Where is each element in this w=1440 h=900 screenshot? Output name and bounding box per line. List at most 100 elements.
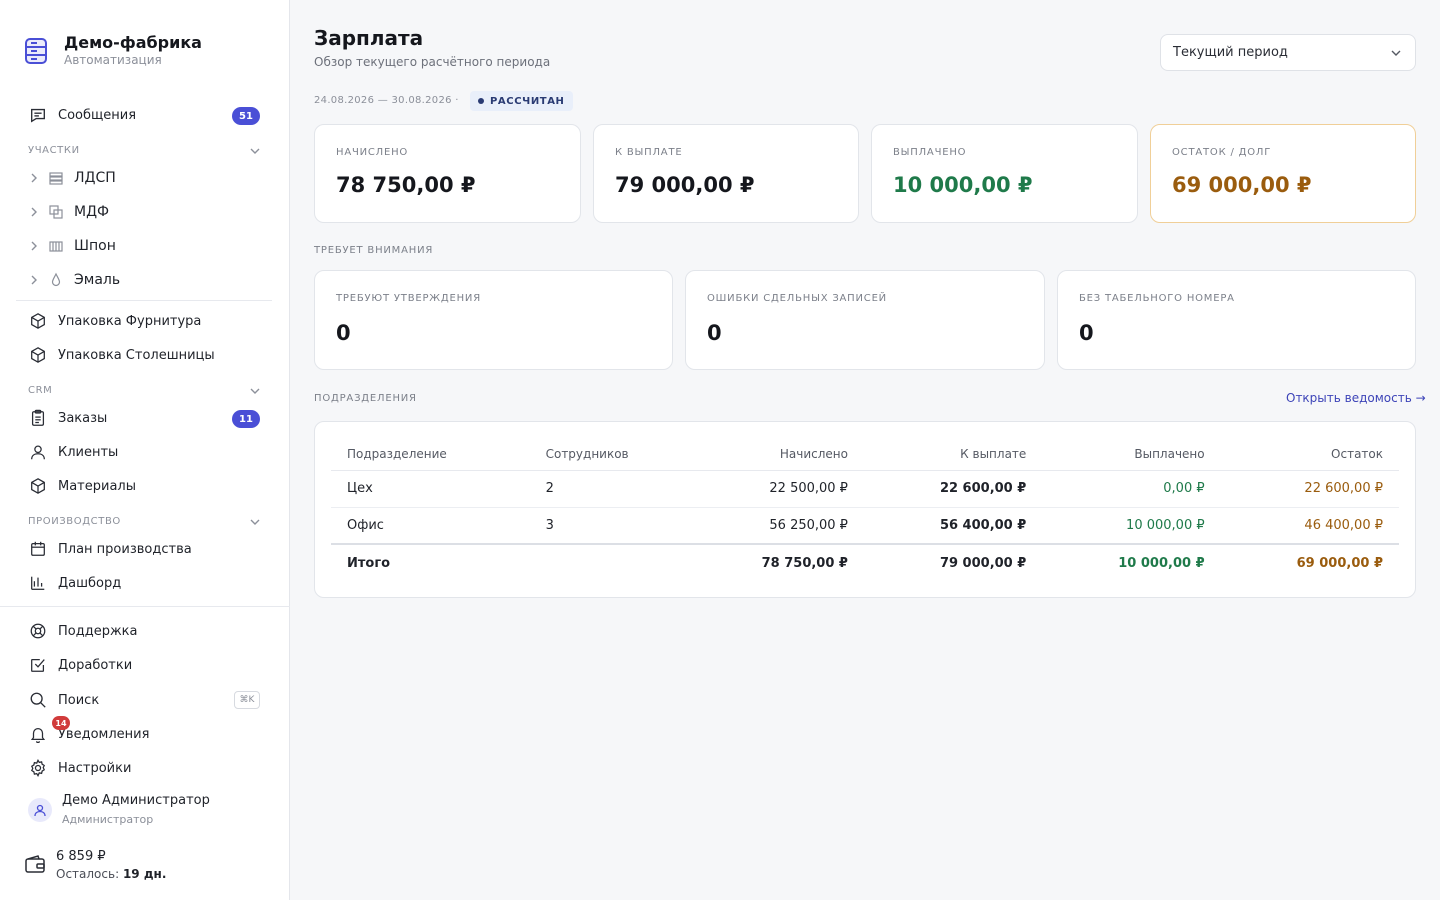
wallet-remaining-label: Осталось: <box>56 867 120 881</box>
sidebar-item-settings[interactable]: Настройки <box>16 753 272 783</box>
brand[interactable]: Демо-фабрика Автоматизация <box>24 34 202 67</box>
cell-employees: 2 <box>529 470 672 508</box>
wallet-balance[interactable]: 6 859 ₽ Осталось: 19 дн. <box>24 848 166 882</box>
chevron-down-icon[interactable] <box>248 515 262 529</box>
messages-count-badge: 51 <box>232 107 260 125</box>
sidebar-item-materials[interactable]: Материалы <box>16 471 272 501</box>
sidebar-item-clients[interactable]: Клиенты <box>16 437 272 467</box>
card-label: К ВЫПЛАТЕ <box>615 147 683 158</box>
cell-paid: 10 000,00 ₽ <box>1042 507 1221 545</box>
card-value: 79 000,00 ₽ <box>615 173 755 197</box>
chevron-right-icon[interactable] <box>28 172 40 184</box>
sidebar-item-support[interactable]: Поддержка <box>16 616 272 646</box>
user-profile[interactable]: Демо Администратор Администратор <box>28 792 210 828</box>
sidebar-item-messages[interactable]: Сообщения 51 <box>16 100 272 130</box>
period-select-value: Текущий период <box>1173 45 1288 60</box>
cell-paid: 0,00 ₽ <box>1042 470 1221 508</box>
box-icon <box>28 345 48 365</box>
column-header[interactable]: Начислено <box>671 438 864 471</box>
cell-employees <box>529 543 672 581</box>
cell-accrued: 78 750,00 ₽ <box>671 543 864 581</box>
table-row[interactable]: Офис 3 56 250,00 ₽ 56 400,00 ₽ 10 000,00… <box>331 507 1399 545</box>
sidebar-item-label: Уведомления <box>58 726 150 742</box>
section-label-crm: CRM <box>28 385 53 396</box>
card-value: 78 750,00 ₽ <box>336 173 476 197</box>
drop-icon <box>51 272 61 287</box>
cell-paid: 10 000,00 ₽ <box>1042 543 1221 581</box>
sidebar-item-mdf[interactable]: МДФ <box>16 197 272 227</box>
chevron-down-icon[interactable] <box>248 384 262 398</box>
sidebar-item-enamel[interactable]: Эмаль <box>16 265 272 295</box>
sidebar-item-improvements[interactable]: Доработки <box>16 650 272 680</box>
user-avatar-icon <box>34 804 46 817</box>
message-icon <box>28 105 48 125</box>
card-label: ОСТАТОК / ДОЛГ <box>1172 147 1272 158</box>
sidebar-item-packaging-countertops[interactable]: Упаковка Столешницы <box>16 340 272 370</box>
chevron-down-icon[interactable] <box>248 144 262 158</box>
sidebar-item-ldsp[interactable]: ЛДСП <box>16 163 272 193</box>
card-label: БЕЗ ТАБЕЛЬНОГО НОМЕРА <box>1079 293 1235 304</box>
departments-table: Подразделение Сотрудников Начислено К вы… <box>331 438 1399 581</box>
chevron-right-icon[interactable] <box>28 206 40 218</box>
period-select[interactable]: Текущий период <box>1160 34 1416 71</box>
sidebar-item-label: ЛДСП <box>74 170 116 186</box>
chevron-right-icon[interactable] <box>28 274 40 286</box>
divider <box>0 606 290 607</box>
sidebar-item-orders[interactable]: Заказы 11 <box>16 403 272 433</box>
column-header[interactable]: К выплате <box>863 438 1043 471</box>
sidebar-item-dashboard[interactable]: Дашборд <box>16 568 272 598</box>
open-payroll-link[interactable]: Открыть ведомость → <box>1286 391 1426 405</box>
column-header[interactable]: Выплачено <box>1042 438 1221 471</box>
sidebar-item-packaging-hardware[interactable]: Упаковка Фурнитура <box>16 306 272 336</box>
sidebar-item-label: Сообщения <box>58 107 137 123</box>
card-label: ТРЕБУЮТ УТВЕРЖДЕНИЯ <box>336 293 481 304</box>
bell-icon <box>28 724 48 744</box>
attention-card-no-tab-number[interactable]: БЕЗ ТАБЕЛЬНОГО НОМЕРА 0 <box>1057 270 1416 370</box>
attention-card-approvals[interactable]: ТРЕБУЮТ УТВЕРЖДЕНИЯ 0 <box>314 270 673 370</box>
sidebar-item-label: Эмаль <box>74 272 121 288</box>
cell-balance: 22 600,00 ₽ <box>1220 470 1399 508</box>
column-header[interactable]: Подразделение <box>331 438 530 471</box>
card-label: ОШИБКИ СДЕЛЬНЫХ ЗАПИСЕЙ <box>707 293 887 304</box>
brand-title: Демо-фабрика <box>64 33 202 52</box>
sidebar-item-label: Клиенты <box>58 444 119 460</box>
summary-card-paid: ВЫПЛАЧЕНО 10 000,00 ₽ <box>871 124 1138 223</box>
lifebuoy-icon <box>28 621 48 641</box>
card-value: 69 000,00 ₽ <box>1172 173 1312 197</box>
table-row[interactable]: Цех 2 22 500,00 ₽ 22 600,00 ₽ 0,00 ₽ 22 … <box>331 470 1399 508</box>
orders-count-badge: 11 <box>232 410 260 428</box>
card-label: ВЫПЛАЧЕНО <box>893 147 967 158</box>
summary-card-balance: ОСТАТОК / ДОЛГ 69 000,00 ₽ <box>1150 124 1416 223</box>
page-title: Зарплата <box>314 26 424 50</box>
period-date-range: 24.08.2026 — 30.08.2026 · <box>314 95 459 106</box>
cell-department: Офис <box>331 507 530 545</box>
sidebar-item-search[interactable]: Поиск ⌘K <box>16 685 272 715</box>
section-label-production: ПРОИЗВОДСТВО <box>28 516 121 527</box>
column-header[interactable]: Сотрудников <box>529 438 672 471</box>
sidebar-item-label: Поиск <box>58 692 100 708</box>
user-icon <box>28 442 48 462</box>
sidebar-item-production-plan[interactable]: План производства <box>16 534 272 564</box>
column-header[interactable]: Остаток <box>1220 438 1399 471</box>
cell-department: Цех <box>331 470 530 508</box>
attention-section-title: ТРЕБУЕТ ВНИМАНИЯ <box>314 245 434 256</box>
chevron-right-icon[interactable] <box>28 240 40 252</box>
cell-balance: 69 000,00 ₽ <box>1220 543 1399 581</box>
section-label-areas: УЧАСТКИ <box>28 145 80 156</box>
sidebar-item-label: Настройки <box>58 760 132 776</box>
user-role: Администратор <box>62 813 154 826</box>
server-logo-icon <box>25 37 47 64</box>
copy-icon <box>49 205 63 219</box>
sidebar-item-notifications[interactable]: 14 Уведомления <box>16 716 272 749</box>
layers-icon <box>49 172 63 185</box>
box-icon <box>28 311 48 331</box>
table-header-row: Подразделение Сотрудников Начислено К вы… <box>331 438 1399 471</box>
attention-card-piecework-errors[interactable]: ОШИБКИ СДЕЛЬНЫХ ЗАПИСЕЙ 0 <box>685 270 1045 370</box>
cell-to-pay: 79 000,00 ₽ <box>863 543 1043 581</box>
cell-to-pay: 22 600,00 ₽ <box>863 470 1043 508</box>
search-shortcut-kbd: ⌘K <box>234 691 260 709</box>
page-subtitle: Обзор текущего расчётного периода <box>314 55 551 69</box>
sidebar-item-veneer[interactable]: Шпон <box>16 231 272 261</box>
card-value: 0 <box>336 321 351 345</box>
cell-accrued: 22 500,00 ₽ <box>671 470 864 508</box>
